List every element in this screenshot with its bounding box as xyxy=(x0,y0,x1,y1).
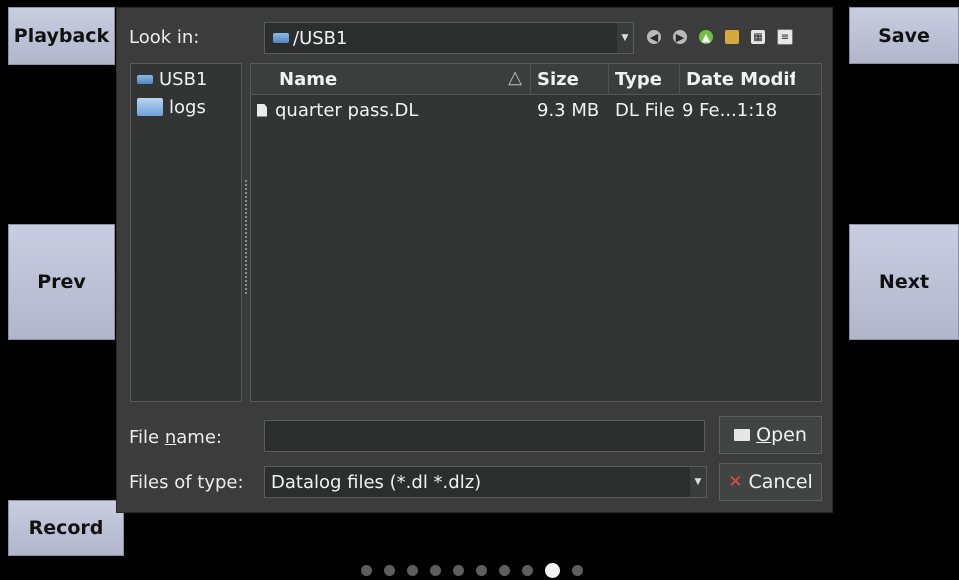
page-dot[interactable] xyxy=(572,565,583,576)
cancel-button[interactable]: ✕ Cancel xyxy=(719,463,822,501)
files-of-type-select[interactable]: Datalog files (*.dl *.dlz) ▼ xyxy=(264,466,707,498)
file-date: 9 Fe...1:18 xyxy=(682,99,778,121)
look-in-combo[interactable]: /USB1 ▼ xyxy=(264,22,634,54)
page-dot[interactable] xyxy=(407,565,418,576)
file-name-input[interactable] xyxy=(264,420,705,452)
drive-icon xyxy=(137,74,153,84)
sidebar-item-usb1[interactable]: USB1 xyxy=(131,65,241,93)
page-dot[interactable] xyxy=(430,565,441,576)
drive-icon xyxy=(273,33,289,43)
page-dot[interactable] xyxy=(522,565,533,576)
sidebar-item-label: logs xyxy=(169,96,206,118)
page-indicator xyxy=(361,563,583,578)
file-dialog: Look in: /USB1 ▼ ◀ ▶ ▲ ▦ ≡ USB1 logs Nam… xyxy=(116,7,833,513)
page-dot[interactable] xyxy=(476,565,487,576)
new-folder-icon[interactable] xyxy=(725,30,739,44)
back-icon[interactable]: ◀ xyxy=(647,30,661,44)
chevron-down-icon[interactable]: ▼ xyxy=(690,467,706,497)
folder-icon xyxy=(137,98,163,116)
column-header-type[interactable]: Type xyxy=(609,64,680,94)
sort-ascending-icon: △ xyxy=(508,67,522,88)
file-list-header: Name △ Size Type Date Modif xyxy=(251,64,821,95)
file-row[interactable]: quarter pass.DL 9.3 MB DL File 9 Fe...1:… xyxy=(251,95,821,125)
next-button[interactable]: Next xyxy=(849,224,959,340)
playback-button[interactable]: Playback xyxy=(8,7,115,65)
column-header-label: Name xyxy=(279,68,338,90)
cancel-label: Cancel xyxy=(748,471,813,493)
sidebar-item-logs[interactable]: logs xyxy=(131,93,241,121)
column-header-name[interactable]: Name △ xyxy=(251,64,531,94)
folder-open-icon xyxy=(734,429,751,441)
cancel-icon: ✕ xyxy=(728,472,743,492)
look-in-label: Look in: xyxy=(129,27,200,48)
record-button[interactable]: Record xyxy=(8,500,124,556)
sidebar-item-label: USB1 xyxy=(159,68,208,90)
chevron-down-icon[interactable]: ▼ xyxy=(617,23,633,53)
column-header-size[interactable]: Size xyxy=(531,64,609,94)
file-icon xyxy=(257,103,267,117)
prev-button[interactable]: Prev xyxy=(8,224,115,340)
files-of-type-value: Datalog files (*.dl *.dlz) xyxy=(271,471,482,493)
file-type: DL File xyxy=(615,99,675,121)
page-dot[interactable] xyxy=(499,565,510,576)
save-button[interactable]: Save xyxy=(849,7,959,64)
open-button[interactable]: Open xyxy=(719,416,822,454)
file-name-label: File name: xyxy=(129,427,222,448)
file-list: Name △ Size Type Date Modif quarter pass… xyxy=(250,63,822,402)
forward-icon[interactable]: ▶ xyxy=(673,30,687,44)
page-dot[interactable] xyxy=(361,565,372,576)
look-in-value: /USB1 xyxy=(293,27,348,49)
detail-view-icon[interactable]: ▦ xyxy=(751,30,765,44)
file-size: 9.3 MB xyxy=(537,99,600,121)
page-dot[interactable] xyxy=(384,565,395,576)
column-header-date[interactable]: Date Modif xyxy=(680,64,795,94)
page-dot-active[interactable] xyxy=(545,563,560,578)
up-icon[interactable]: ▲ xyxy=(699,30,713,44)
file-name: quarter pass.DL xyxy=(275,99,419,121)
page-dot[interactable] xyxy=(453,565,464,576)
places-sidebar: USB1 logs xyxy=(130,63,242,402)
toolbar: ◀ ▶ ▲ ▦ ≡ xyxy=(647,29,793,45)
open-label: Open xyxy=(756,424,807,446)
list-view-icon[interactable]: ≡ xyxy=(777,29,793,45)
files-of-type-label: Files of type: xyxy=(129,472,244,493)
pane-splitter[interactable] xyxy=(245,180,247,295)
